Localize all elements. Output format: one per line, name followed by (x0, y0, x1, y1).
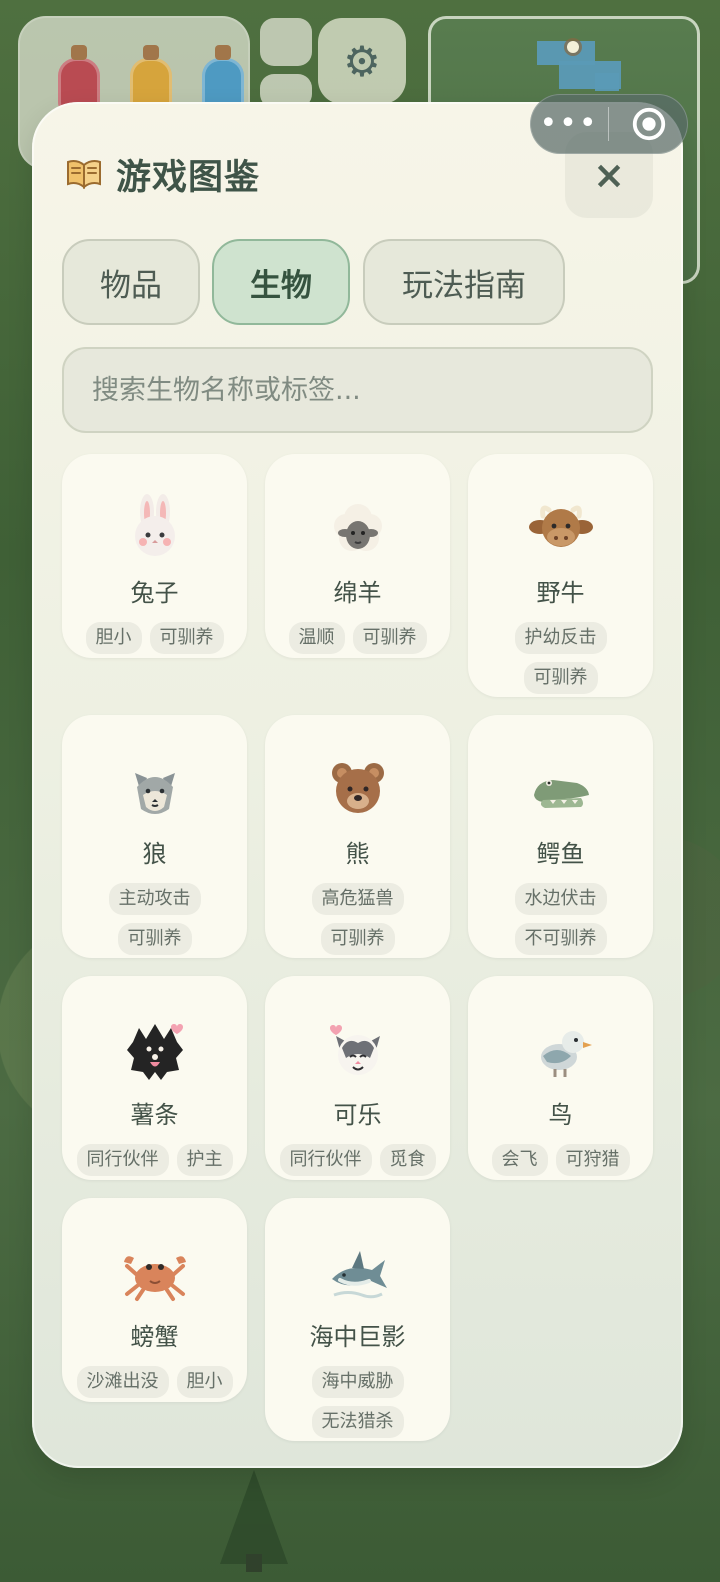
game-encyclopedia-panel: 游戏图鉴 × 物品 生物 玩法指南 兔子 (32, 102, 683, 1468)
creature-card-dog[interactable]: 薯条 同行伙伴 护主 (62, 976, 247, 1180)
target-icon[interactable] (609, 105, 688, 143)
creature-name: 鸟 (548, 1101, 573, 1129)
search-input[interactable] (62, 347, 653, 433)
creature-tag: 可驯养 (117, 923, 192, 955)
creature-name: 兔子 (130, 579, 179, 607)
creature-name: 狼 (142, 840, 167, 868)
tree-decoration (220, 1470, 288, 1572)
bison-icon (525, 492, 597, 564)
creature-tag: 护幼反击 (514, 622, 607, 654)
gear-icon: ⚙ (318, 18, 406, 104)
crab-icon (119, 1236, 191, 1308)
mini-tool-button-top (260, 18, 312, 66)
creature-card-wolf[interactable]: 狼 主动攻击 可驯养 (62, 715, 247, 958)
shark-icon (322, 1236, 394, 1308)
creature-tags: 同行伙伴 护主 (65, 1144, 245, 1176)
creature-card-shark[interactable]: 海中巨影 海中威胁 无法猎杀 (265, 1198, 450, 1441)
creature-tag: 同行伙伴 (76, 1144, 169, 1176)
minimap-water (595, 73, 619, 91)
creature-tag: 可驯养 (523, 662, 598, 694)
creature-tag: 沙滩出没 (76, 1366, 169, 1398)
creature-tags: 温顺 可驯养 (277, 622, 439, 654)
dog-icon (119, 1014, 191, 1086)
creature-tags: 高危猛兽 可驯养 (265, 883, 450, 955)
creature-card-rabbit[interactable]: 兔子 胆小 可驯养 (62, 454, 247, 658)
creature-card-bison[interactable]: 野牛 护幼反击 可驯养 (468, 454, 653, 697)
rabbit-icon (119, 492, 191, 564)
creature-name: 熊 (345, 840, 370, 868)
tab-creatures[interactable]: 生物 (212, 239, 350, 325)
creature-tag: 温顺 (288, 622, 345, 654)
bird-icon (525, 1014, 597, 1086)
creature-tags: 会飞 可狩猎 (480, 1144, 642, 1176)
creature-card-crab[interactable]: 螃蟹 沙滩出没 胆小 (62, 1198, 247, 1402)
page-title: 游戏图鉴 (116, 157, 261, 198)
creature-name: 海中巨影 (309, 1323, 406, 1351)
bear-icon (322, 753, 394, 825)
creature-tag: 海中威胁 (311, 1366, 404, 1398)
creature-tag: 无法猎杀 (311, 1406, 404, 1438)
creature-tags: 同行伙伴 觅食 (268, 1144, 448, 1176)
creature-tag: 会飞 (491, 1144, 548, 1176)
creature-tags: 海中威胁 无法猎杀 (265, 1366, 450, 1438)
creature-tag: 主动攻击 (108, 883, 201, 915)
creature-tags: 主动攻击 可驯养 (62, 883, 247, 955)
cat-icon (322, 1014, 394, 1086)
creature-tag: 胆小 (176, 1366, 233, 1398)
creature-name: 鳄鱼 (536, 840, 585, 868)
creature-card-bear[interactable]: 熊 高危猛兽 可驯养 (265, 715, 450, 958)
creature-card-cat[interactable]: 可乐 同行伙伴 觅食 (265, 976, 450, 1180)
creature-card-crocodile[interactable]: 鳄鱼 水边伏击 不可驯养 (468, 715, 653, 958)
book-icon (64, 156, 104, 192)
creature-tags: 水边伏击 不可驯养 (468, 883, 653, 955)
creature-tag: 胆小 (85, 622, 142, 654)
creature-card-sheep[interactable]: 绵羊 温顺 可驯养 (265, 454, 450, 658)
tab-items[interactable]: 物品 (62, 239, 200, 325)
creature-tags: 护幼反击 可驯养 (468, 622, 653, 694)
creature-name: 螃蟹 (130, 1323, 179, 1351)
creature-card-bird[interactable]: 鸟 会飞 可狩猎 (468, 976, 653, 1180)
creature-tag: 水边伏击 (514, 883, 607, 915)
sheep-icon (322, 492, 394, 564)
creature-tag: 不可驯养 (514, 923, 607, 955)
creature-grid: 兔子 胆小 可驯养 绵羊 温顺 可驯养 野牛 护幼反击 可驯养 狼 主动攻击 可… (62, 454, 653, 1441)
tab-guide[interactable]: 玩法指南 (363, 239, 565, 325)
creature-tag: 可驯养 (320, 923, 395, 955)
creature-tags: 沙滩出没 胆小 (65, 1366, 245, 1398)
wolf-icon (119, 753, 191, 825)
creature-tag: 同行伙伴 (279, 1144, 372, 1176)
creature-tag: 可驯养 (352, 622, 427, 654)
creature-name: 绵羊 (333, 579, 382, 607)
minimap-player-marker (567, 41, 579, 53)
creature-tag: 可狩猎 (555, 1144, 630, 1176)
creature-name: 野牛 (536, 579, 585, 607)
panel-title-row: 游戏图鉴 (64, 150, 260, 198)
crocodile-icon (525, 753, 597, 825)
creature-tags: 胆小 可驯养 (74, 622, 236, 654)
creature-tag: 护主 (176, 1144, 233, 1176)
mini-program-capsule: ••• (530, 94, 688, 154)
creature-tag: 高危猛兽 (311, 883, 404, 915)
creature-name: 薯条 (130, 1101, 179, 1129)
creature-name: 可乐 (333, 1101, 382, 1129)
creature-tag: 觅食 (379, 1144, 436, 1176)
creature-tag: 可驯养 (149, 622, 224, 654)
more-icon[interactable]: ••• (530, 109, 608, 139)
